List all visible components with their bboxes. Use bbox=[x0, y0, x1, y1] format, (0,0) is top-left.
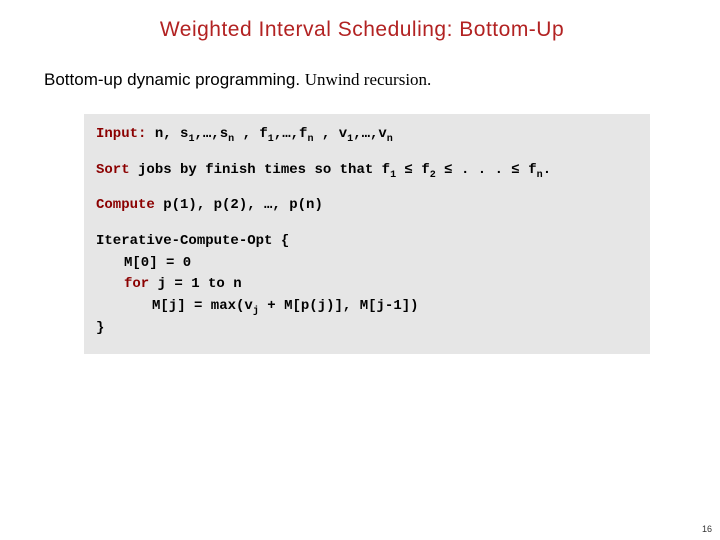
subtitle: Bottom-up dynamic programming. Unwind re… bbox=[44, 70, 680, 90]
keyword-input: Input: bbox=[96, 126, 146, 142]
algorithm-block: Iterative-Compute-Opt { M[0] = 0 for j =… bbox=[96, 231, 638, 339]
keyword-for: for bbox=[124, 276, 149, 292]
input-text-a: n, s bbox=[146, 126, 188, 142]
input-text-e: , v bbox=[314, 126, 348, 142]
algo-line-5: } bbox=[96, 320, 104, 336]
sort-text-d: . bbox=[543, 162, 551, 178]
keyword-compute: Compute bbox=[96, 197, 155, 213]
code-sort-line: Sort jobs by finish times so that f1 ≤ f… bbox=[96, 160, 638, 182]
input-text-c: , f bbox=[234, 126, 268, 142]
keyword-sort: Sort bbox=[96, 162, 130, 178]
for-rest: j = 1 to n bbox=[149, 276, 241, 292]
l4-a: M[j] = max(v bbox=[152, 298, 253, 314]
algo-line-1: Iterative-Compute-Opt { bbox=[96, 233, 289, 249]
subtitle-part-b: Unwind recursion. bbox=[305, 70, 432, 89]
page-title: Weighted Interval Scheduling: Bottom-Up bbox=[44, 18, 680, 42]
code-input-line: Input: n, s1,…,sn , f1,…,fn , v1,…,vn bbox=[96, 124, 638, 146]
algo-line-3: for j = 1 to n bbox=[96, 274, 638, 296]
compute-text: p(1), p(2), …, p(n) bbox=[155, 197, 323, 213]
sort-text-c: ≤ . . . ≤ f bbox=[436, 162, 537, 178]
page-number: 16 bbox=[702, 524, 712, 534]
algo-line-4: M[j] = max(vj + M[p(j)], M[j-1]) bbox=[96, 296, 638, 318]
algo-line-2: M[0] = 0 bbox=[96, 253, 638, 275]
subtitle-part-a: Bottom-up dynamic programming. bbox=[44, 70, 300, 89]
sub-nc: n bbox=[387, 134, 393, 145]
sort-text-b: ≤ f bbox=[396, 162, 430, 178]
input-text-f: ,…,v bbox=[353, 126, 387, 142]
code-box: Input: n, s1,…,sn , f1,…,fn , v1,…,vn So… bbox=[84, 114, 650, 354]
input-text-d: ,…,f bbox=[274, 126, 308, 142]
input-text-b: ,…,s bbox=[195, 126, 229, 142]
code-compute-line: Compute p(1), p(2), …, p(n) bbox=[96, 195, 638, 217]
slide: Weighted Interval Scheduling: Bottom-Up … bbox=[0, 0, 720, 540]
l4-b: + M[p(j)], M[j-1]) bbox=[259, 298, 419, 314]
sort-text-a: jobs by finish times so that f bbox=[130, 162, 390, 178]
